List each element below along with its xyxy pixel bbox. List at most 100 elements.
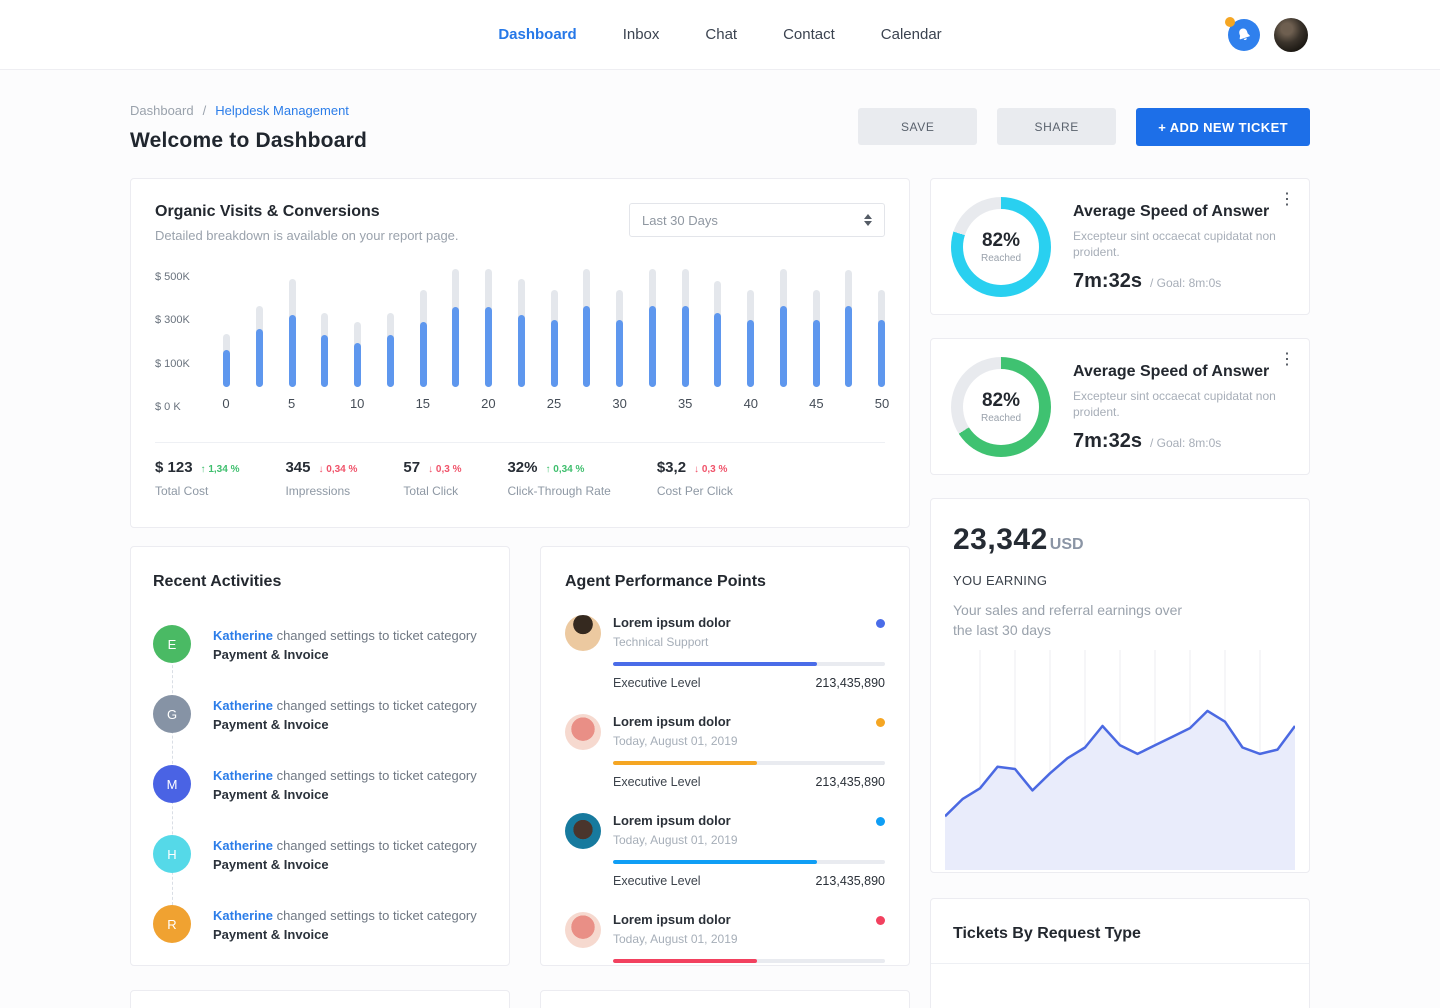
bar-group [420, 267, 427, 387]
organic-visits-card: Organic Visits & Conversions Detailed br… [130, 178, 910, 528]
organic-card-subtitle: Detailed breakdown is available on your … [155, 228, 459, 243]
bar-conversion [616, 320, 623, 387]
bar-group [747, 267, 754, 387]
recent-activities-title: Recent Activities [153, 573, 487, 591]
stat-label: Total Click [403, 484, 461, 498]
earnings-card: 23,342 USD YOU EARNING Your sales and re… [930, 498, 1310, 873]
activity-item: HKatherine changed settings to ticket ca… [153, 835, 487, 874]
bar-conversion [452, 307, 459, 387]
activity-timeline: EKatherine changed settings to ticket ca… [153, 625, 487, 944]
add-new-ticket-button[interactable]: + ADD NEW TICKET [1136, 108, 1310, 146]
nav-item-inbox[interactable]: Inbox [623, 26, 660, 43]
agent-performance-card: Agent Performance Points Lorem ipsum dol… [540, 546, 910, 966]
avg-speed-card-1: 82% Reached Average Speed of Answer Exce… [930, 178, 1310, 315]
agent-row-head: Lorem ipsum dolorToday, August 01, 2019 [565, 813, 885, 849]
page-content: Dashboard / Helpdesk Management Welcome … [0, 103, 1440, 1008]
asa-title: Average Speed of Answer [1073, 363, 1301, 381]
agent-avatar [565, 813, 601, 849]
bar-group [714, 267, 721, 387]
asa-time: 7m:32s [1073, 430, 1142, 453]
activity-user-link[interactable]: Katherine [213, 628, 273, 643]
bar-conversion [583, 306, 590, 387]
agent-progress-track [613, 959, 885, 963]
activity-category: Payment & Invoice [213, 927, 329, 942]
bar-group [289, 267, 296, 387]
agent-identity: Lorem ipsum dolorToday, August 01, 2019 [613, 813, 876, 847]
agent-progress-fill [613, 662, 817, 666]
bar-group [682, 267, 689, 387]
bar-chart-bars [223, 267, 885, 387]
bar-conversion [289, 315, 296, 387]
activity-user-link[interactable]: Katherine [213, 908, 273, 923]
earnings-description: Your sales and referral earnings over th… [953, 600, 1203, 640]
bar-chart-y-axis: $ 500K$ 300K$ 100K$ 0 K [155, 267, 215, 413]
nav-item-dashboard[interactable]: Dashboard [498, 26, 576, 43]
breadcrumb-separator: / [203, 103, 207, 118]
kebab-menu-icon[interactable]: ⋮ [1279, 193, 1295, 207]
stat-top: 32%↑ 0,34 % [507, 459, 610, 476]
notification-badge-dot [1225, 17, 1235, 27]
y-tick-label: $ 500K [155, 271, 215, 283]
bar-conversion [485, 307, 492, 387]
bar-conversion [845, 306, 852, 387]
tickets-by-request-card: Tickets By Request Type [930, 898, 1310, 1008]
bar-conversion [649, 306, 656, 387]
agent-subtitle: Today, August 01, 2019 [613, 833, 876, 847]
letter-avatar: E [153, 625, 191, 663]
kebab-menu-icon[interactable]: ⋮ [1279, 353, 1295, 367]
agent-identity: Lorem ipsum dolorToday, August 01, 2019 [613, 912, 876, 946]
bar-group [223, 267, 230, 387]
user-avatar[interactable] [1274, 18, 1308, 52]
top-bar: Dashboard Inbox Chat Contact Calendar [0, 0, 1440, 70]
tickets-chart-area [931, 964, 1309, 1008]
main-nav: Dashboard Inbox Chat Contact Calendar [498, 26, 941, 43]
x-tick-label: 20 [481, 396, 495, 411]
bar-conversion [223, 350, 230, 387]
stat-label: Cost Per Click [657, 484, 733, 498]
bar-conversion [747, 320, 754, 387]
agent-progress-fill [613, 959, 757, 963]
bar-chart-x-axis: 05101520253035404550 [226, 396, 882, 416]
agent-progress-track [613, 662, 885, 666]
activity-item: RKatherine changed settings to ticket ca… [153, 905, 487, 944]
activity-category: Payment & Invoice [213, 647, 329, 662]
agent-row-head: Lorem ipsum dolorTechnical Support [565, 615, 885, 651]
select-arrows-icon [864, 214, 872, 226]
save-button[interactable]: SAVE [858, 108, 977, 145]
agent-progress-fill [613, 860, 817, 864]
bottom-middle-card [540, 990, 910, 1008]
trend-down-icon: ↓ 0,34 % [319, 464, 358, 475]
breadcrumb-current[interactable]: Helpdesk Management [215, 103, 349, 118]
nav-item-contact[interactable]: Contact [783, 26, 835, 43]
agent-status-dot [876, 916, 885, 925]
stat-top: 345↓ 0,34 % [285, 459, 357, 476]
letter-avatar: H [153, 835, 191, 873]
activity-user-link[interactable]: Katherine [213, 768, 273, 783]
page-title: Welcome to Dashboard [130, 129, 367, 153]
agent-subtitle: Today, August 01, 2019 [613, 734, 876, 748]
nav-item-chat[interactable]: Chat [705, 26, 737, 43]
activity-user-link[interactable]: Katherine [213, 698, 273, 713]
stat-top: $3,2↓ 0,3 % [657, 459, 733, 476]
date-range-select[interactable]: Last 30 Days [629, 203, 885, 237]
agent-points-value: 213,435,890 [815, 775, 885, 789]
nav-item-calendar[interactable]: Calendar [881, 26, 942, 43]
recent-activities-card: Recent Activities EKatherine changed set… [130, 546, 510, 966]
activity-user-link[interactable]: Katherine [213, 838, 273, 853]
notification-button[interactable] [1228, 19, 1260, 51]
bar-group [845, 267, 852, 387]
stat-item: $ 123↑ 1,34 %Total Cost [155, 459, 239, 498]
breadcrumb-root[interactable]: Dashboard [130, 103, 194, 118]
agent-meta-row: Executive Level213,435,890 [613, 874, 885, 888]
bar-conversion [256, 329, 263, 387]
bar-conversion [321, 335, 328, 387]
asa-goal: / Goal: 8m:0s [1150, 276, 1221, 290]
trend-down-icon: ↓ 0,3 % [694, 464, 727, 475]
share-button[interactable]: SHARE [997, 108, 1116, 145]
bar-conversion [682, 306, 689, 387]
asa-title: Average Speed of Answer [1073, 203, 1301, 221]
donut-chart-green: 82% Reached [951, 357, 1051, 457]
earnings-area-chart [945, 646, 1295, 873]
x-tick-label: 10 [350, 396, 364, 411]
agent-row-head: Lorem ipsum dolorToday, August 01, 2019 [565, 714, 885, 750]
